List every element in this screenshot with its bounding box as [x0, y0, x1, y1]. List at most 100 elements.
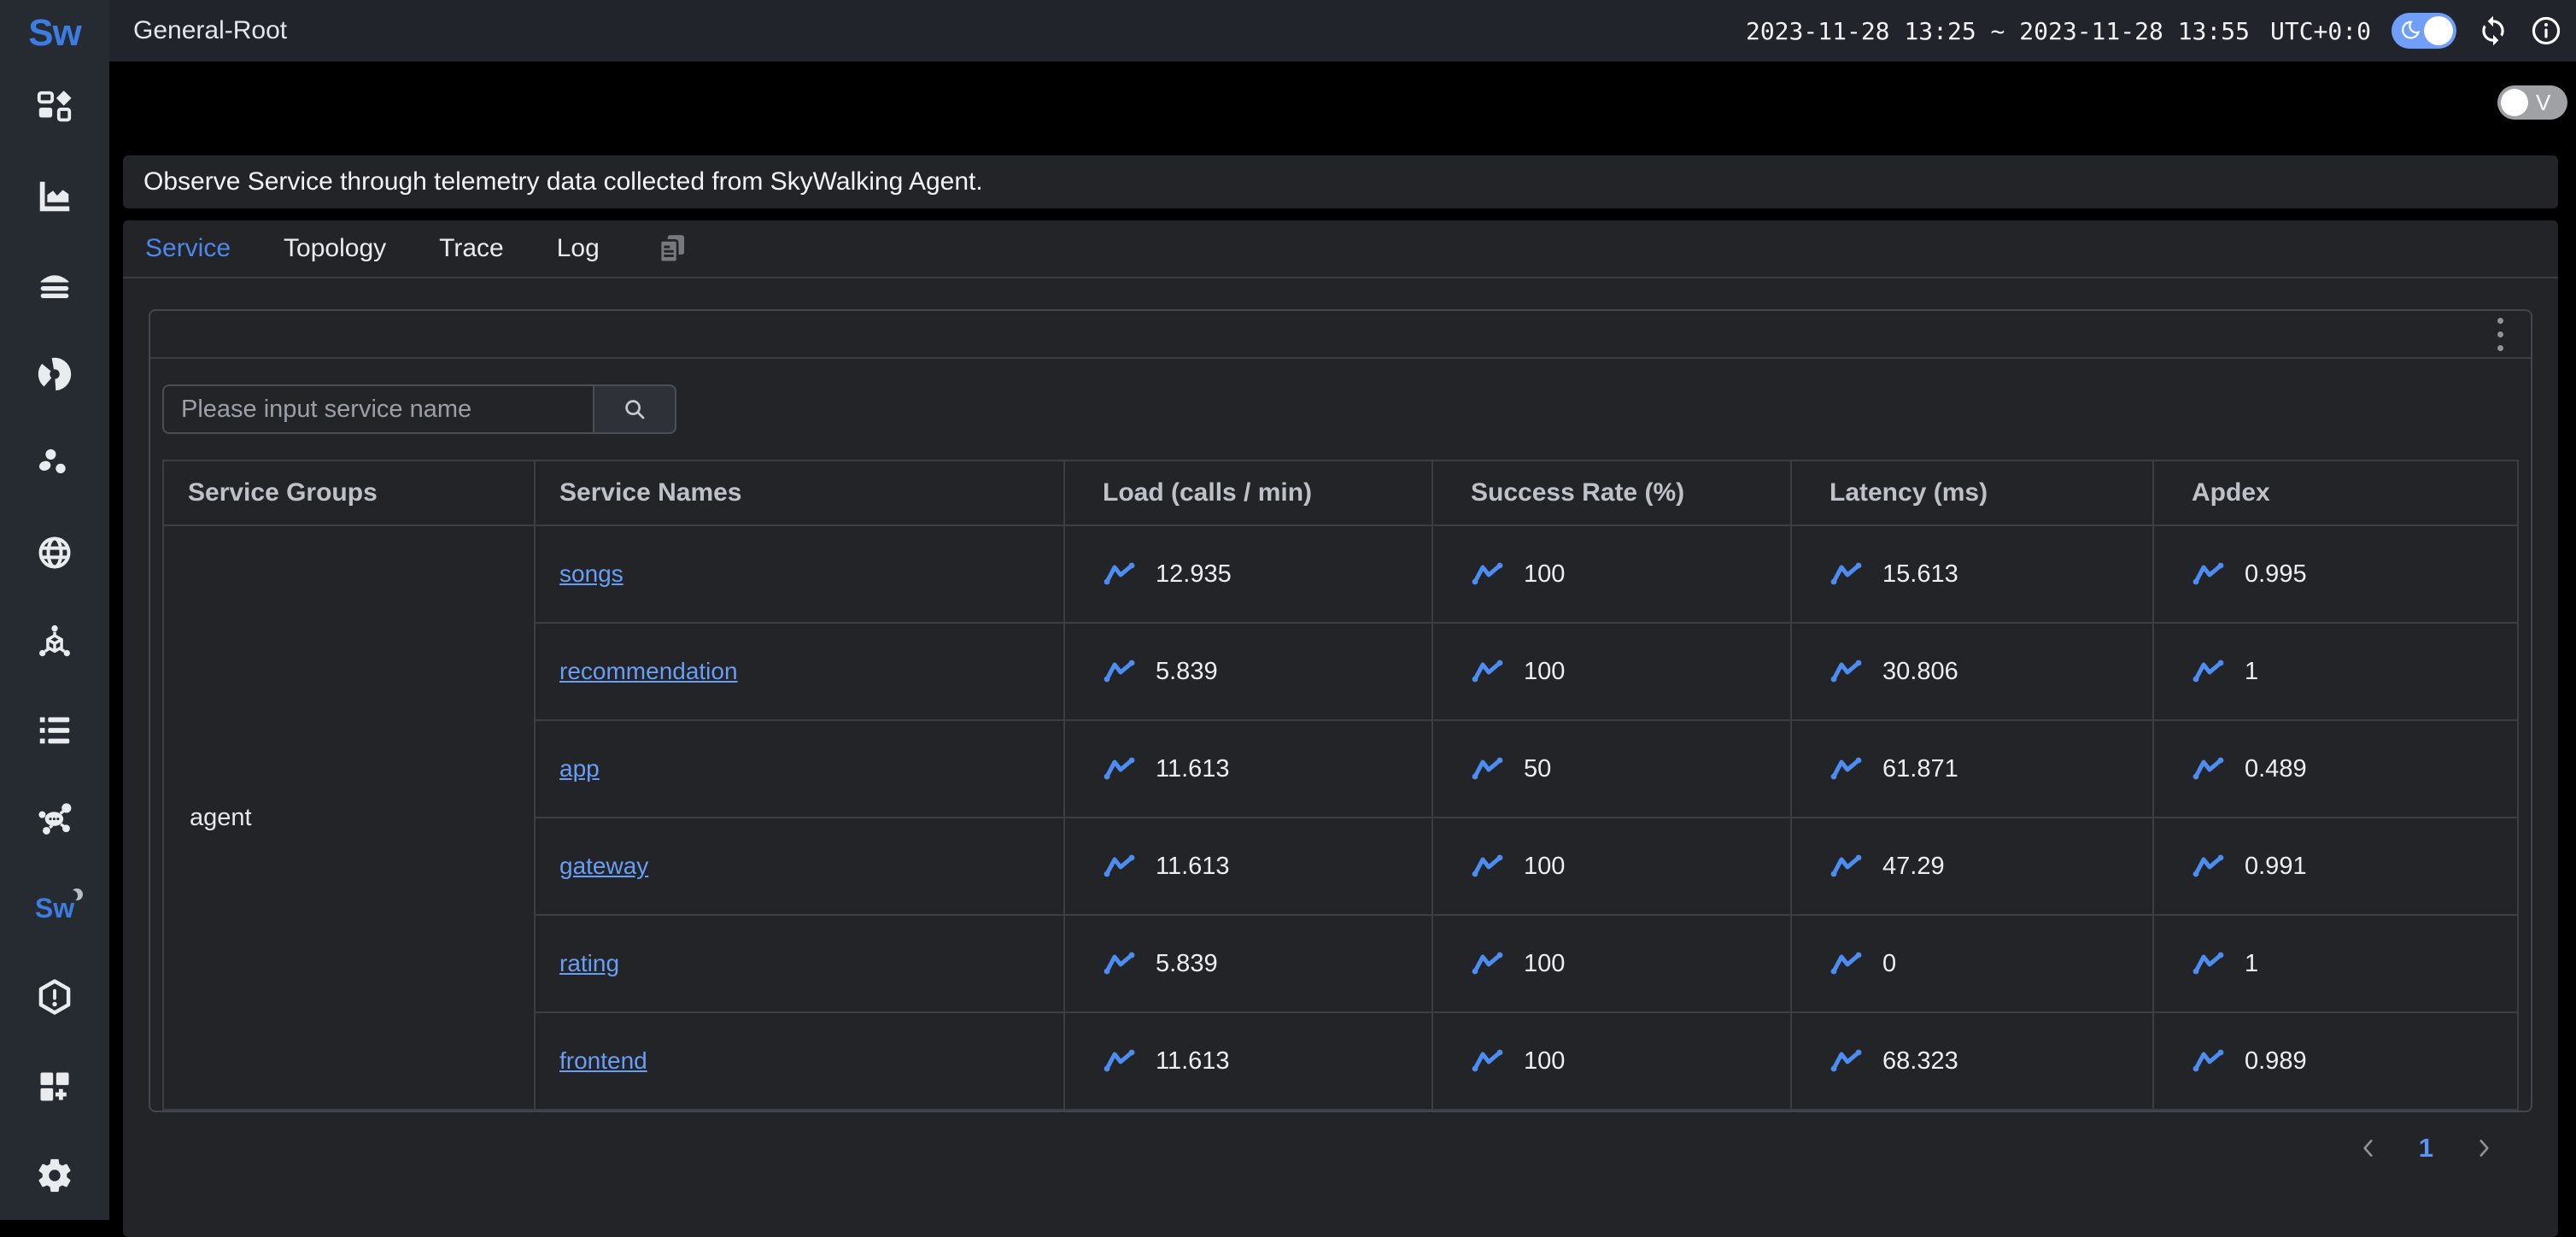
trend-line-icon[interactable]	[1830, 658, 1864, 685]
trend-line-icon[interactable]	[1471, 755, 1505, 783]
sidebar-item-infrastructure[interactable]	[0, 597, 109, 686]
sidebar-item-browser[interactable]	[0, 507, 109, 596]
skywalking-logo[interactable]: Sw	[28, 3, 81, 62]
trend-line-icon[interactable]	[1830, 560, 1864, 588]
trend-line-icon[interactable]	[1830, 853, 1864, 880]
trend-line-icon[interactable]	[1830, 755, 1864, 783]
trend-line-icon[interactable]	[1830, 950, 1864, 977]
sidebar-item-database[interactable]	[0, 241, 109, 330]
trend-line-icon[interactable]	[2192, 950, 2226, 977]
apdex-value: 0.995	[2245, 560, 2307, 589]
infrastructure-icon	[36, 623, 73, 660]
latency-value: 68.323	[1882, 1047, 1958, 1076]
page-number[interactable]: 1	[2419, 1133, 2433, 1164]
tab-service[interactable]: Service	[145, 234, 231, 263]
refresh-button[interactable]	[2477, 15, 2509, 47]
trend-line-icon[interactable]	[1103, 1047, 1137, 1075]
panel-header	[150, 311, 2531, 359]
col-latency: Latency (ms)	[1791, 460, 2153, 525]
service-link[interactable]: recommendation	[559, 658, 738, 684]
prev-page-button[interactable]	[2357, 1137, 2380, 1159]
trend-line-icon[interactable]	[2192, 658, 2226, 685]
success-rate-value: 100	[1524, 1047, 1565, 1076]
trend-line-icon[interactable]	[1830, 1047, 1864, 1075]
latency-value: 15.613	[1882, 560, 1958, 589]
view-toggle-label: V	[2536, 90, 2550, 116]
tabs-row: Service Topology Trace Log	[123, 220, 2558, 278]
tab-log[interactable]: Log	[557, 234, 600, 263]
service-link[interactable]: frontend	[559, 1047, 647, 1074]
trend-line-icon[interactable]	[1471, 658, 1505, 685]
browser-icon	[35, 533, 74, 572]
next-page-button[interactable]	[2473, 1137, 2495, 1159]
sidebar-item-settings[interactable]	[0, 1131, 109, 1220]
sidebar-item-service-mesh[interactable]	[0, 775, 109, 864]
table-row: agent songs 12.935 100 15.613	[163, 525, 2518, 623]
copy-tab-button[interactable]	[654, 231, 690, 267]
skywalking-icon: Sw	[35, 893, 74, 924]
trend-line-icon[interactable]	[1471, 560, 1505, 588]
sidebar: Sw	[0, 0, 109, 1220]
trend-line-icon[interactable]	[1103, 853, 1137, 880]
trend-line-icon[interactable]	[2192, 1047, 2226, 1075]
success-rate-value: 100	[1524, 950, 1565, 978]
top-header: General-Root 2023-11-28 13:25 ~ 2023-11-…	[109, 0, 2576, 62]
latency-value: 47.29	[1882, 853, 1945, 881]
trend-line-icon[interactable]	[1103, 560, 1137, 588]
sidebar-item-new-dashboard[interactable]	[0, 1042, 109, 1131]
service-link[interactable]: rating	[559, 950, 619, 976]
moon-icon	[2397, 19, 2421, 43]
trend-line-icon[interactable]	[2192, 755, 2226, 783]
latency-value: 30.806	[1882, 658, 1958, 686]
trend-line-icon[interactable]	[1103, 755, 1137, 783]
success-rate-value: 100	[1524, 853, 1565, 881]
sidebar-item-marketplace[interactable]	[0, 62, 109, 151]
dashboards-icon	[35, 88, 74, 127]
apdex-value: 0.991	[2245, 853, 2307, 881]
trend-line-icon[interactable]	[2192, 853, 2226, 880]
tab-topology[interactable]: Topology	[284, 234, 386, 263]
sidebar-item-virtual-machine[interactable]	[0, 686, 109, 775]
search-row	[162, 384, 2531, 434]
sidebar-item-sampling[interactable]	[0, 419, 109, 507]
sidebar-item-dashboard-pie[interactable]	[0, 330, 109, 419]
info-button[interactable]	[2530, 15, 2562, 47]
main-content: V Observe Service through telemetry data…	[109, 62, 2576, 1220]
alarm-icon	[35, 977, 74, 1017]
search-button[interactable]	[594, 384, 676, 434]
trend-line-icon[interactable]	[1471, 950, 1505, 977]
services-table: Service Groups Service Names Load (calls…	[162, 460, 2519, 1111]
col-success-rate: Success Rate (%)	[1432, 460, 1791, 525]
chevron-left-icon	[2357, 1137, 2380, 1159]
service-link[interactable]: songs	[559, 560, 624, 587]
layers-icon	[35, 266, 74, 305]
apdex-value: 1	[2245, 950, 2258, 978]
trend-line-icon[interactable]	[2192, 560, 2226, 588]
view-mode-toggle[interactable]: V	[2497, 85, 2567, 120]
copy-icon	[654, 231, 690, 267]
refresh-icon	[2477, 15, 2509, 47]
apdex-value: 0.489	[2245, 755, 2307, 783]
sidebar-item-skywalking[interactable]: Sw	[0, 864, 109, 953]
table-body: agent songs 12.935 100 15.613	[163, 525, 2518, 1110]
sidebar-item-general-service[interactable]	[0, 152, 109, 241]
trend-line-icon[interactable]	[1103, 950, 1137, 977]
theme-toggle[interactable]	[2392, 13, 2456, 49]
load-value: 11.613	[1156, 755, 1230, 783]
service-link[interactable]: gateway	[559, 853, 648, 879]
search-input[interactable]	[162, 384, 594, 434]
load-value: 11.613	[1156, 1047, 1230, 1076]
sidebar-item-alarm[interactable]	[0, 953, 109, 1041]
success-rate-value: 100	[1524, 658, 1565, 686]
col-service-groups: Service Groups	[163, 460, 535, 525]
mesh-icon	[35, 800, 74, 839]
time-range-picker[interactable]: 2023-11-28 13:25 ~ 2023-11-28 13:55	[1746, 17, 2250, 45]
trend-line-icon[interactable]	[1103, 658, 1137, 685]
panel-menu-button[interactable]	[2492, 313, 2509, 356]
trend-line-icon[interactable]	[1471, 853, 1505, 880]
service-link[interactable]: app	[559, 755, 600, 782]
bar-chart-icon	[35, 177, 74, 216]
tab-trace[interactable]: Trace	[439, 234, 504, 263]
trend-line-icon[interactable]	[1471, 1047, 1505, 1075]
page-title: General-Root	[133, 16, 287, 45]
